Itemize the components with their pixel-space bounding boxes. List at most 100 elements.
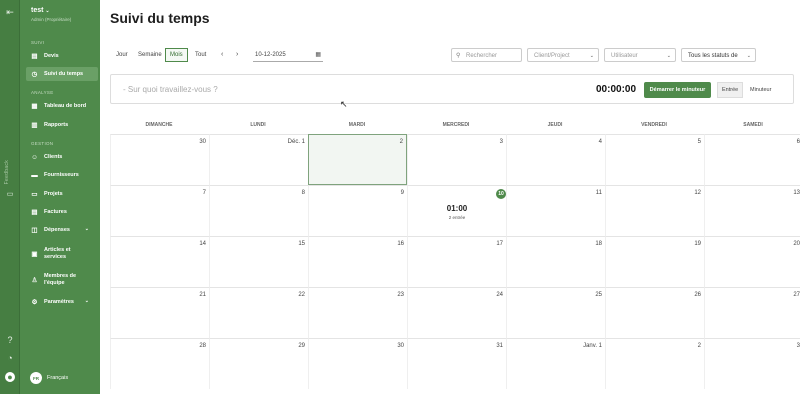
language-code-badge: FR [30, 372, 42, 384]
calendar-day-cell[interactable]: 21 [110, 287, 209, 338]
calendar-day-cell[interactable]: 16 [308, 236, 407, 287]
icon-rail: ⇤ Feedback ▭ ? ◔ ● [0, 0, 20, 394]
calendar-day-cell[interactable]: 12 [605, 185, 704, 236]
day-number: 16 [397, 241, 404, 247]
language-label: Français [47, 375, 69, 381]
calendar-day-cell[interactable]: 30 [308, 338, 407, 389]
calendar-day-cell[interactable]: 2 [308, 134, 407, 185]
calendar-day-cell[interactable]: Janv. 1 [506, 338, 605, 389]
sidebar-item-rapports[interactable]: ▥ Rapports [26, 118, 98, 132]
calendar-day-cell[interactable]: 28 [110, 338, 209, 389]
calendar-day-cell[interactable]: 26 [605, 287, 704, 338]
day-number: 31 [496, 343, 503, 349]
sidebar-item-factures[interactable]: ▤ Factures [26, 205, 98, 219]
calendar-day-cell[interactable]: 10 01:00 2 entrée [407, 185, 506, 236]
sidebar-item-depenses[interactable]: ◫ Dépenses ⌄ [26, 223, 98, 237]
sidebar-collapse-icon[interactable]: ⇤ [5, 7, 15, 17]
day-number: 20 [793, 241, 800, 247]
search-input[interactable]: ⚲ Rechercher [451, 48, 522, 62]
sidebar-item-suivi-du-temps[interactable]: ◷ Suivi du temps [26, 67, 98, 81]
calendar-day-cell[interactable]: 13 [704, 185, 800, 236]
calendar-day-cell[interactable]: Déc. 1 [209, 134, 308, 185]
day-number: 25 [595, 292, 602, 298]
start-timer-button[interactable]: Démarrer le minuteur [644, 82, 711, 98]
workspace-name[interactable]: test ⌄ [31, 7, 50, 14]
sidebar-item-articles-et-services[interactable]: ▣ Articles et services [26, 245, 98, 263]
prev-month-button[interactable]: ‹ [221, 48, 223, 62]
view-tab-semaine[interactable]: Semaine [134, 48, 166, 62]
calendar-day-cell[interactable]: 19 [605, 236, 704, 287]
chevron-down-icon: ⌄ [746, 53, 751, 59]
wallet-icon: ◫ [31, 226, 38, 234]
invoice-icon: ▤ [31, 208, 38, 216]
calendar-day-cell[interactable]: 20 [704, 236, 800, 287]
day-number: Janv. 1 [583, 343, 602, 349]
calendar-day-cell[interactable]: 3 [704, 338, 800, 389]
calendar-day-cell[interactable]: 18 [506, 236, 605, 287]
time-entry-summary[interactable]: 01:00 2 entrée [408, 204, 506, 220]
feedback-tab[interactable]: Feedback [4, 160, 10, 184]
sidebar-item-clients[interactable]: ☺ Clients [26, 150, 98, 164]
quote-icon: ▤ [31, 52, 38, 60]
sidebar-item-fournisseurs[interactable]: ▬ Fournisseurs [26, 168, 98, 182]
calendar-day-cell[interactable]: 23 [308, 287, 407, 338]
date-value: 10-12-2025 [255, 52, 286, 58]
language-switcher[interactable]: FR Français [30, 372, 68, 384]
gear-icon: ⚙ [31, 298, 38, 306]
mouse-cursor-icon: ↖ [340, 99, 348, 109]
calendar-day-cell[interactable]: 25 [506, 287, 605, 338]
help-icon[interactable]: ? [5, 335, 15, 345]
day-number: 29 [298, 343, 305, 349]
calendar-day-cell[interactable]: 29 [209, 338, 308, 389]
calendar-day-cell[interactable]: 27 [704, 287, 800, 338]
calendar-day-cell[interactable]: 22 [209, 287, 308, 338]
calendar-day-cell[interactable]: 30 [110, 134, 209, 185]
day-number: 15 [298, 241, 305, 247]
calendar-day-cell[interactable]: 31 [407, 338, 506, 389]
day-number: 5 [697, 139, 701, 145]
calendar-day-cell[interactable]: 4 [506, 134, 605, 185]
sidebar-item-projets[interactable]: ▭ Projets [26, 187, 98, 201]
mode-entree-toggle[interactable]: Entrée [717, 82, 744, 98]
sidebar-item-membres-de-lequipe[interactable]: ♙ Membres de l'équipe [26, 271, 98, 289]
chat-icon[interactable]: ▭ [5, 190, 15, 200]
day-number: 23 [397, 292, 404, 298]
calendar-day-cell[interactable]: 3 [407, 134, 506, 185]
date-picker[interactable]: 10-12-2025 ▦ [253, 48, 323, 62]
calendar-day-cell[interactable]: 9 [308, 185, 407, 236]
calendar-day-cell[interactable]: 24 [407, 287, 506, 338]
day-number: 13 [793, 190, 800, 196]
calendar-day-cell[interactable]: 2 [605, 338, 704, 389]
sidebar: test ⌄ Admin (Propriétaire) SUIVI ▤ Devi… [20, 0, 100, 394]
calendar-day-cell[interactable]: 15 [209, 236, 308, 287]
calendar-day-cell[interactable]: 5 [605, 134, 704, 185]
sidebar-item-parametres[interactable]: ⚙ Paramètres ⌄ [26, 295, 98, 309]
bell-icon[interactable]: ◔ [5, 353, 15, 363]
user-avatar-icon[interactable]: ● [5, 372, 15, 382]
calendar-day-cell[interactable]: 6 [704, 134, 800, 185]
next-month-button[interactable]: › [236, 48, 238, 62]
day-number: 18 [595, 241, 602, 247]
calendar-day-cell[interactable]: 7 [110, 185, 209, 236]
entry-count: 2 entrée [448, 215, 466, 220]
calendar-day-cell[interactable]: 8 [209, 185, 308, 236]
calendar-day-cell[interactable]: 11 [506, 185, 605, 236]
calendar-day-cell[interactable]: 17 [407, 236, 506, 287]
day-number: 6 [796, 139, 800, 145]
calendar-day-cell[interactable]: 14 [110, 236, 209, 287]
sidebar-item-tableau-de-bord[interactable]: ▦ Tableau de bord [26, 99, 98, 113]
mode-minuteur-toggle[interactable]: Minuteur [746, 82, 775, 98]
timer-bar: - Sur quoi travaillez-vous ? 00:00:00 Dé… [110, 74, 794, 104]
task-description-input[interactable]: - Sur quoi travaillez-vous ? [123, 85, 218, 94]
view-tab-mois[interactable]: Mois [165, 48, 188, 62]
timer-display: 00:00:00 [596, 84, 637, 95]
view-tab-tout[interactable]: Tout [191, 48, 210, 62]
chevron-down-icon: ⌄ [666, 53, 671, 59]
view-tab-jour[interactable]: Jour [112, 48, 132, 62]
chevron-down-icon: ⌄ [45, 8, 50, 14]
day-number: 24 [496, 292, 503, 298]
user-select[interactable]: Utilisateur ⌄ [604, 48, 676, 62]
sidebar-item-devis[interactable]: ▤ Devis [26, 49, 98, 63]
client-project-select[interactable]: Client/Project ⌄ [527, 48, 599, 62]
status-select[interactable]: Tous les statuts de ⌄ [681, 48, 756, 62]
